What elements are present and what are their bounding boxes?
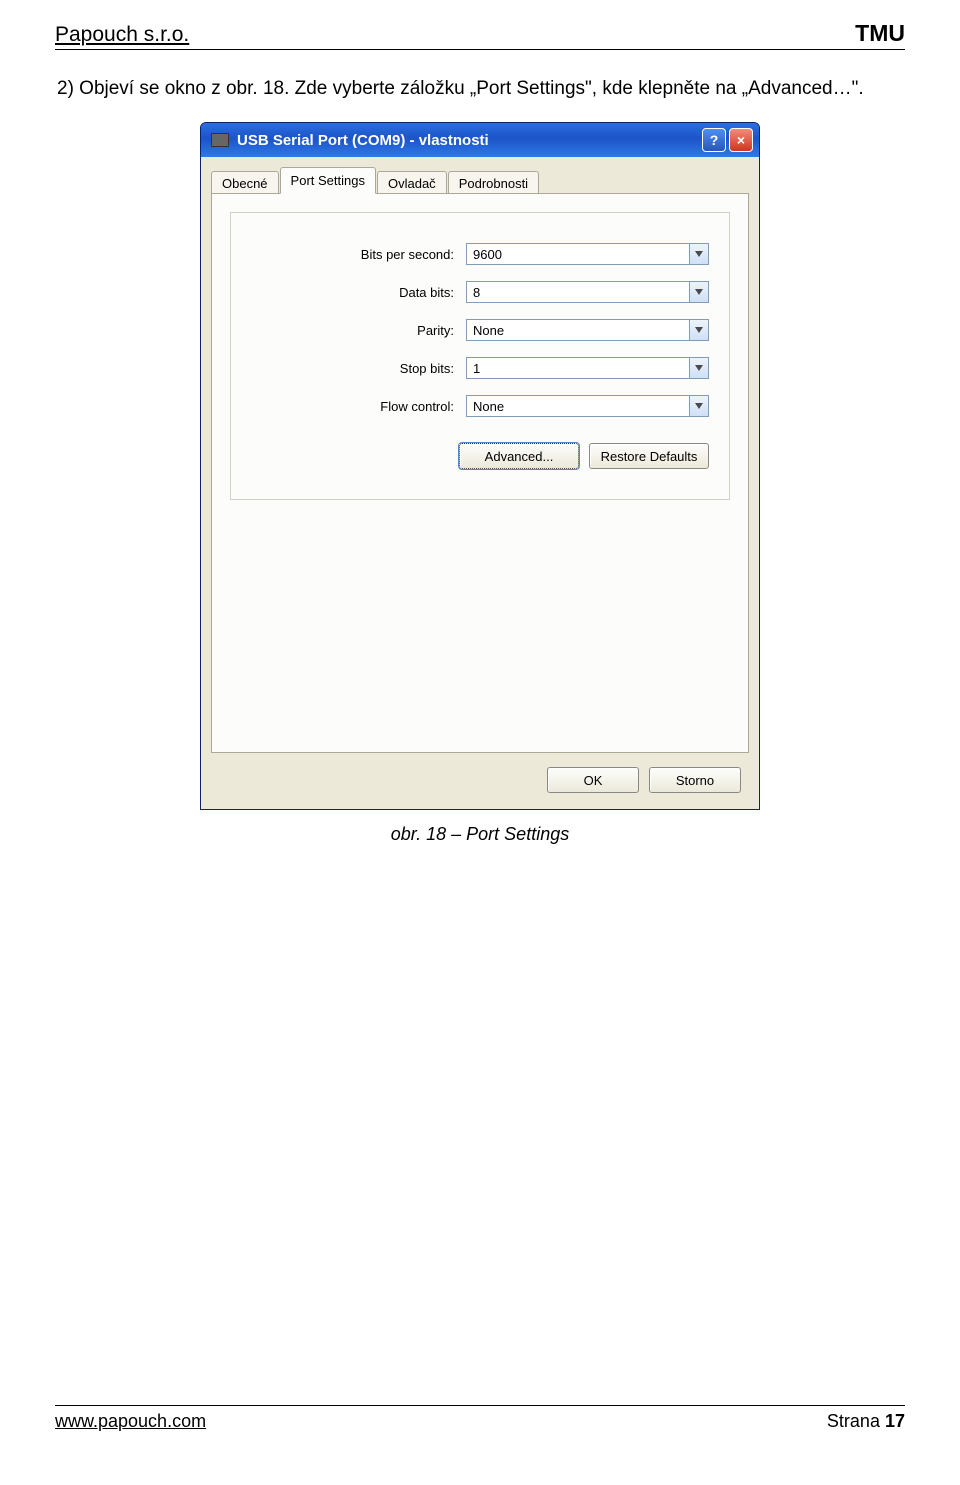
combo-bits-per-second[interactable] [466,243,709,265]
chevron-down-icon[interactable] [689,357,709,379]
help-button[interactable]: ? [702,128,726,152]
window-icon [211,133,229,147]
row-flow-control: Flow control: [251,395,709,417]
page-footer: www.papouch.com Strana 17 [55,1405,905,1432]
chevron-down-icon[interactable] [689,243,709,265]
input-data-bits[interactable] [466,281,689,303]
company-name: Papouch s.r.o. [55,23,189,47]
properties-dialog: USB Serial Port (COM9) - vlastnosti ? × … [200,122,760,810]
dialog-bottom-buttons: OK Storno [201,753,759,809]
row-stop-bits: Stop bits: [251,357,709,379]
advanced-button[interactable]: Advanced... [459,443,579,469]
tab-ovladac[interactable]: Ovladač [377,171,447,195]
instruction-paragraph: 2) Objeví se okno z obr. 18. Zde vyberte… [55,74,905,104]
chevron-down-icon[interactable] [689,319,709,341]
combo-flow-control[interactable] [466,395,709,417]
figure-caption: obr. 18 – Port Settings [55,824,905,845]
footer-url[interactable]: www.papouch.com [55,1411,206,1432]
tabs-row: Obecné Port Settings Ovladač Podrobnosti [211,167,749,194]
label-stop-bits: Stop bits: [251,361,466,376]
label-parity: Parity: [251,323,466,338]
input-stop-bits[interactable] [466,357,689,379]
label-flow-control: Flow control: [251,399,466,414]
label-data-bits: Data bits: [251,285,466,300]
page-number: Strana 17 [827,1411,905,1432]
tab-podrobnosti[interactable]: Podrobnosti [448,171,539,195]
page-header: Papouch s.r.o. TMU [55,20,905,50]
row-data-bits: Data bits: [251,281,709,303]
input-parity[interactable] [466,319,689,341]
combo-parity[interactable] [466,319,709,341]
tab-obecne[interactable]: Obecné [211,171,279,195]
row-bits-per-second: Bits per second: [251,243,709,265]
input-bits-per-second[interactable] [466,243,689,265]
tab-port-settings[interactable]: Port Settings [280,167,376,194]
restore-defaults-button[interactable]: Restore Defaults [589,443,709,469]
combo-data-bits[interactable] [466,281,709,303]
chevron-down-icon[interactable] [689,281,709,303]
row-parity: Parity: [251,319,709,341]
settings-group: Bits per second: Data bits: [230,212,730,500]
chevron-down-icon[interactable] [689,395,709,417]
combo-stop-bits[interactable] [466,357,709,379]
dialog-titlebar: USB Serial Port (COM9) - vlastnosti ? × [201,123,759,157]
label-bits-per-second: Bits per second: [251,247,466,262]
doc-title: TMU [855,20,905,47]
close-button[interactable]: × [729,128,753,152]
input-flow-control[interactable] [466,395,689,417]
dialog-title: USB Serial Port (COM9) - vlastnosti [237,132,699,149]
cancel-button[interactable]: Storno [649,767,741,793]
tab-panel: Bits per second: Data bits: [211,193,749,753]
settings-button-row: Advanced... Restore Defaults [251,443,709,469]
ok-button[interactable]: OK [547,767,639,793]
